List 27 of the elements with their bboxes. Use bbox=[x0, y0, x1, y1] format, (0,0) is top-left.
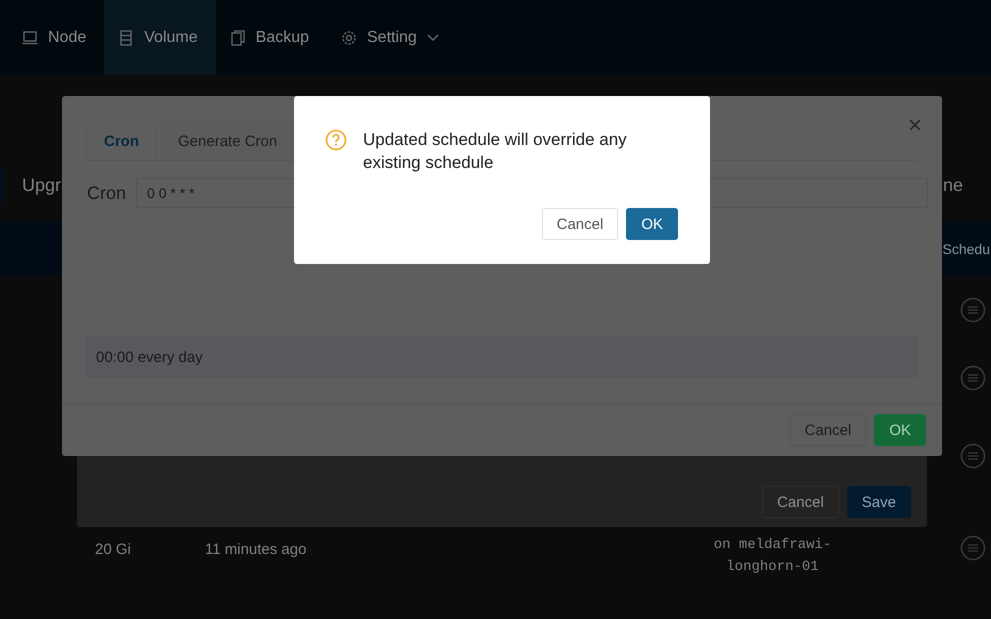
cancel-button[interactable]: Cancel bbox=[762, 486, 839, 518]
table-cell: 20 Gi bbox=[95, 541, 131, 558]
circle-icon bbox=[960, 443, 986, 469]
column-header: Schedu bbox=[942, 241, 990, 257]
toolbar-text: ne bbox=[942, 174, 963, 196]
cancel-button[interactable]: Cancel bbox=[542, 208, 618, 240]
toolbar-label: Upgr bbox=[22, 174, 62, 196]
server-stack-icon bbox=[118, 30, 134, 46]
gear-icon bbox=[341, 30, 357, 46]
primary-button[interactable]: OK bbox=[626, 208, 678, 240]
documents-icon bbox=[230, 30, 246, 46]
table-cell: 11 minutes ago bbox=[205, 541, 306, 558]
description-text: 00:00 every day bbox=[96, 348, 203, 366]
ok-button[interactable]: OK bbox=[874, 414, 926, 446]
confirm-message: Updated schedule will override any existing schedule bbox=[363, 129, 628, 174]
nav-item[interactable]: Backup bbox=[216, 0, 327, 75]
table-cell-text: on meldafrawi-longhorn-01 bbox=[712, 536, 832, 577]
circle-icon bbox=[960, 297, 986, 323]
field-label: Cron bbox=[87, 182, 126, 204]
question-circle-icon bbox=[325, 129, 347, 151]
laptop-icon bbox=[22, 30, 38, 46]
circle-icon bbox=[960, 535, 986, 561]
nav-item[interactable]: Node bbox=[8, 0, 104, 75]
nav-item[interactable]: Volume bbox=[104, 0, 216, 75]
nav-item[interactable]: Setting bbox=[327, 0, 457, 75]
primary-button[interactable]: Save bbox=[846, 486, 911, 518]
circle-icon bbox=[960, 365, 986, 391]
